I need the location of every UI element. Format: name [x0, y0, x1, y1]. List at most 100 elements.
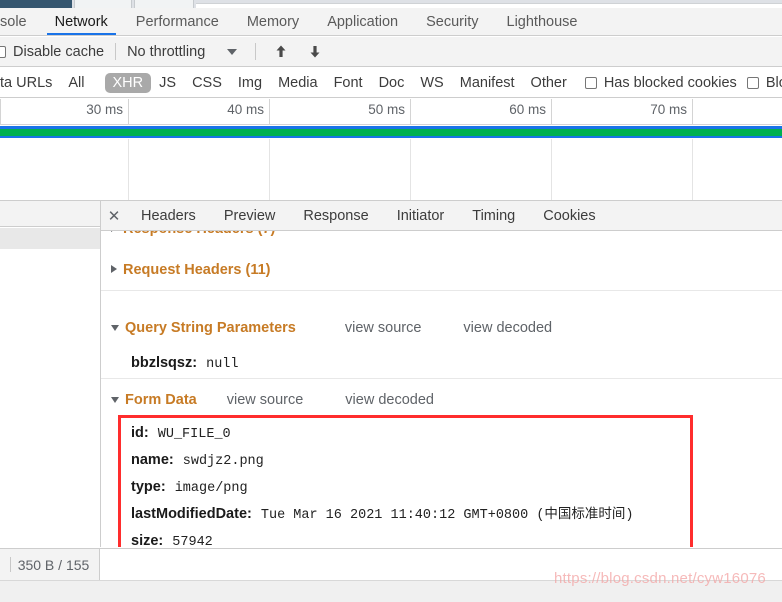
chevron-right-icon	[111, 231, 117, 232]
section-request-headers-title: Request Headers (11)	[123, 262, 271, 278]
has-blocked-cookies-checkbox[interactable]: Has blocked cookies	[584, 74, 737, 91]
detail-tab-timing[interactable]: Timing	[458, 201, 529, 231]
browser-tab-3[interactable]	[134, 0, 194, 8]
browser-tabstrip-sliver	[0, 0, 782, 8]
detail-tab-preview[interactable]: Preview	[210, 201, 290, 231]
filter-css[interactable]: CSS	[184, 73, 230, 93]
filter-ws[interactable]: WS	[412, 73, 451, 93]
request-list[interactable]	[0, 201, 101, 547]
detail-tab-response[interactable]: Response	[289, 201, 382, 231]
form-data-value: Tue Mar 16 2021 11:40:12 GMT+0800 (中国标准时…	[260, 508, 634, 523]
section-query-string[interactable]: Query String Parameters view source view…	[101, 320, 552, 336]
import-har-button[interactable]	[271, 42, 291, 62]
timeline-ruler: 30 ms 40 ms 50 ms 60 ms 70 ms	[0, 99, 782, 125]
network-filterbar: ta URLs All XHR JS CSS Img Media Font Do…	[0, 68, 782, 98]
hide-data-urls-label[interactable]: ta URLs	[0, 73, 60, 93]
disable-cache-checkbox[interactable]: Disable cache	[0, 44, 104, 60]
disable-cache-label: Disable cache	[13, 43, 105, 60]
tab-security[interactable]: Security	[412, 8, 492, 35]
form-data-row: size: 57942	[101, 534, 213, 547]
timeline-tick-70ms: 70 ms	[551, 99, 692, 125]
detail-body[interactable]: Response Headers (7) Request Headers (11…	[101, 231, 782, 547]
chevron-right-icon	[111, 265, 117, 273]
close-icon[interactable]: ✕	[101, 201, 127, 231]
filter-img[interactable]: Img	[230, 73, 270, 93]
timeline-gridline	[269, 139, 270, 200]
browser-tab-2[interactable]	[74, 0, 132, 8]
form-data-key: size:	[131, 533, 164, 547]
blocked-requests-checkbox[interactable]: Blocked	[746, 75, 782, 91]
detail-tab-headers[interactable]: Headers	[127, 201, 210, 231]
tab-network-label: Network	[54, 13, 108, 30]
watermark-text: https://blog.csdn.net/cyw16076	[554, 570, 766, 587]
detail-tab-cookies[interactable]: Cookies	[529, 201, 609, 231]
tab-lighthouse[interactable]: Lighthouse	[493, 8, 592, 35]
filter-all[interactable]: All	[60, 73, 92, 93]
form-view-decoded-link[interactable]: view decoded	[345, 392, 434, 408]
detail-tabbar: ✕ Headers Preview Response Initiator Tim…	[101, 201, 782, 231]
filter-js[interactable]: JS	[151, 73, 184, 93]
status-divider	[9, 557, 11, 572]
toolbar-divider-1	[115, 43, 117, 60]
timeline-tick-30ms: 30 ms	[0, 99, 128, 125]
toolbar-divider-2	[255, 43, 257, 60]
timeline-tick-label: 50 ms	[368, 102, 405, 117]
timeline-gridline	[410, 139, 411, 200]
form-data-key: lastModifiedDate:	[131, 506, 252, 522]
form-data-row: lastModifiedDate: Tue Mar 16 2021 11:40:…	[101, 507, 634, 523]
section-form-data[interactable]: Form Data view source view decoded	[101, 392, 434, 408]
detail-tab-initiator[interactable]: Initiator	[383, 201, 459, 231]
tab-application[interactable]: Application	[313, 8, 412, 35]
section-response-headers[interactable]: Response Headers (7)	[101, 231, 275, 237]
timeline-tick-end	[692, 99, 782, 125]
filter-manifest[interactable]: Manifest	[452, 73, 523, 93]
query-view-source-link[interactable]: view source	[345, 320, 422, 336]
timeline-tick-label: 70 ms	[650, 102, 687, 117]
query-view-decoded-link[interactable]: view decoded	[463, 320, 552, 336]
form-data-row: type: image/png	[101, 480, 248, 496]
throttling-value: No throttling	[127, 43, 206, 60]
tab-memory-label: Memory	[246, 13, 300, 30]
form-data-key: id:	[131, 425, 149, 441]
form-data-value: image/png	[174, 481, 248, 496]
transfer-size-status: 350 B / 155	[0, 549, 100, 580]
tab-console[interactable]: sole	[0, 8, 41, 35]
timeline-gridline	[692, 139, 693, 200]
network-toolbar: Disable cache No throttling	[0, 37, 782, 67]
tab-security-label: Security	[426, 13, 479, 30]
section-response-headers-title: Response Headers (7)	[123, 231, 275, 237]
filter-xhr[interactable]: XHR	[104, 72, 152, 93]
tab-network[interactable]: Network	[41, 8, 122, 35]
section-divider	[101, 378, 782, 379]
tab-memory[interactable]: Memory	[233, 8, 313, 35]
form-view-source-link[interactable]: view source	[227, 392, 304, 408]
timeline-gridline	[551, 139, 552, 200]
has-blocked-cookies-label: Has blocked cookies	[603, 74, 737, 91]
tab-lighthouse-label: Lighthouse	[506, 13, 578, 30]
filter-other[interactable]: Other	[523, 73, 575, 93]
chevron-down-icon	[111, 397, 119, 403]
network-overview[interactable]: 30 ms 40 ms 50 ms 60 ms 70 ms	[0, 99, 782, 201]
filter-media[interactable]: Media	[270, 73, 326, 93]
timeline-grid	[0, 139, 782, 200]
section-request-headers[interactable]: Request Headers (11)	[101, 262, 270, 278]
request-list-row-selected[interactable]	[0, 228, 100, 249]
query-param-row: bbzlsqsz: null	[101, 356, 239, 372]
checkbox-icon	[0, 45, 6, 58]
timeline-tick-label: 60 ms	[509, 102, 546, 117]
filter-font[interactable]: Font	[326, 73, 371, 93]
filter-doc[interactable]: Doc	[371, 73, 413, 93]
request-list-header	[0, 201, 100, 227]
form-data-key: name:	[131, 452, 174, 468]
devtools-tabbar: sole Network Performance Memory Applicat…	[0, 8, 782, 36]
throttling-select[interactable]: No throttling	[127, 43, 238, 60]
browser-tab-active[interactable]	[0, 0, 72, 8]
upload-arrow-icon	[276, 45, 286, 57]
form-data-key: type:	[131, 479, 166, 495]
tab-performance[interactable]: Performance	[122, 8, 233, 35]
section-query-string-title: Query String Parameters	[125, 320, 296, 336]
timeline-tick-40ms: 40 ms	[128, 99, 269, 125]
devtools-window: sole Network Performance Memory Applicat…	[0, 0, 782, 602]
section-form-data-title: Form Data	[125, 392, 197, 408]
export-har-button[interactable]	[305, 42, 325, 62]
